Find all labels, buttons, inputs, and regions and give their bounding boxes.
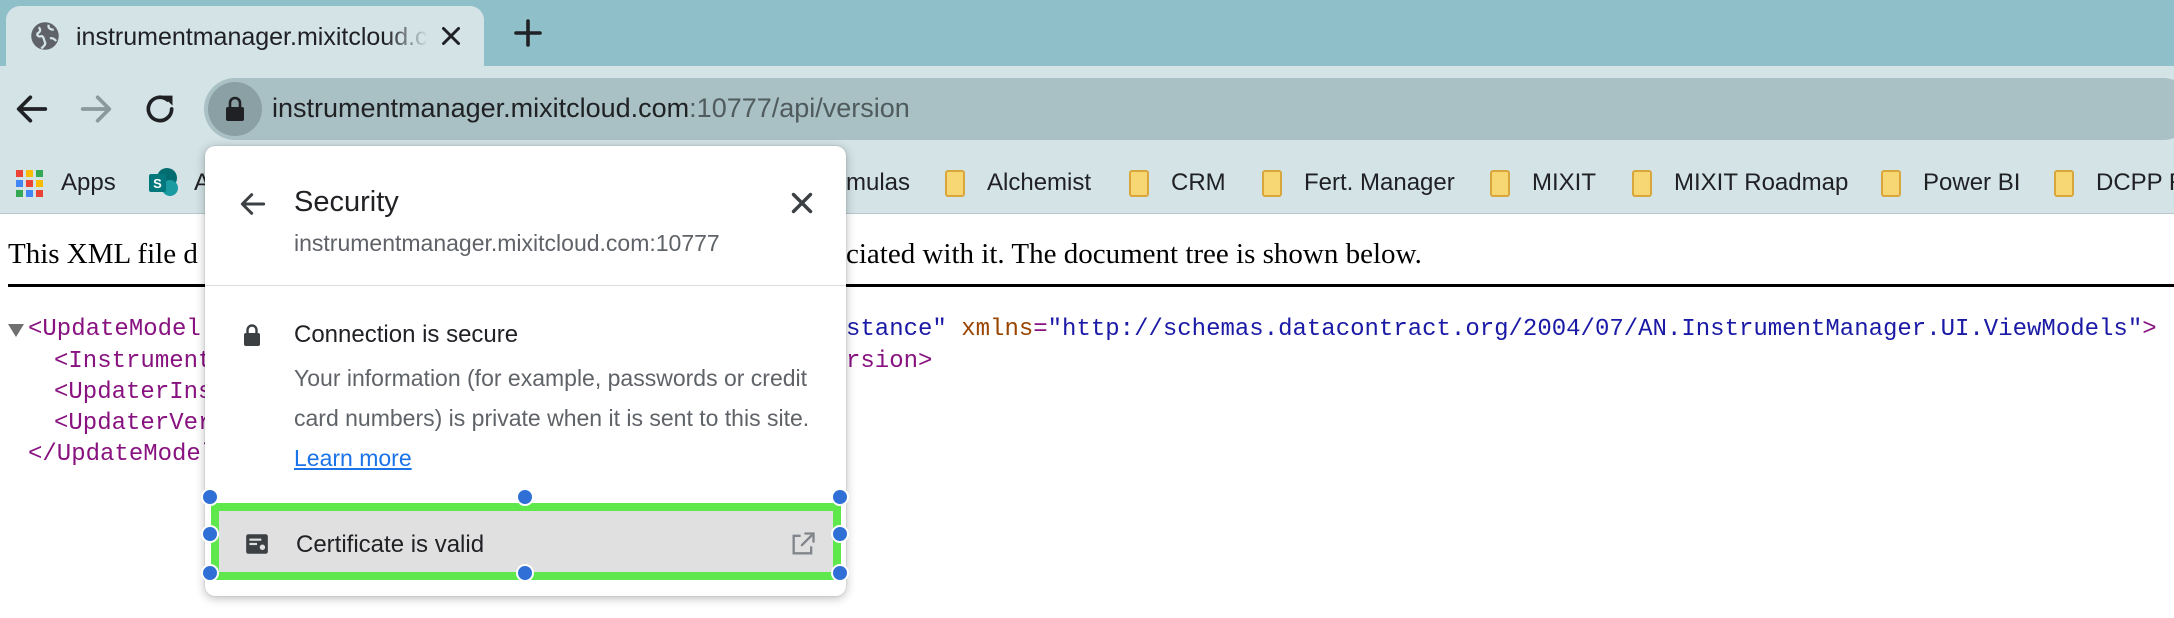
bookmark-formulas[interactable]: mulas: [846, 166, 910, 200]
xml-notice-left: This XML file d: [8, 238, 198, 270]
bookmark-label: CRM: [1171, 169, 1226, 196]
bookmark-alchemist[interactable]: Alchemist: [945, 166, 1091, 200]
xml-attr-value: "http://schemas.datacontract.org/2004/07…: [1047, 316, 2143, 343]
bookmark-label: Alchemist: [987, 169, 1092, 196]
svg-text:S: S: [153, 176, 162, 191]
connection-body: Your information (for example, passwords…: [294, 365, 810, 431]
selection-handle[interactable]: [831, 564, 849, 582]
xml-root-close: </UpdateModel: [28, 441, 216, 468]
back-arrow-icon[interactable]: [12, 89, 52, 129]
folder-icon: [1632, 169, 1652, 197]
xml-root-attrs: stance" xmlns="http://schemas.datacontra…: [846, 316, 2157, 343]
bookmark-crm[interactable]: CRM: [1129, 166, 1226, 200]
bookmark-label: MIXIT Roadmap: [1674, 169, 1849, 196]
xml-notice-right: ciated with it. The document tree is sho…: [846, 238, 1422, 270]
selection-handle[interactable]: [516, 564, 534, 582]
selection-handle[interactable]: [201, 564, 219, 582]
apps-grid-icon: [16, 169, 43, 197]
xml-row: <UpdaterIns: [54, 379, 213, 406]
bookmark-label: Fert. Manager: [1304, 169, 1455, 196]
forward-arrow-icon[interactable]: [76, 89, 116, 129]
xml-row: <UpdaterVer: [54, 410, 213, 437]
bookmark-label: MIXIT: [1532, 169, 1596, 196]
selection-handle[interactable]: [831, 525, 849, 543]
certificate-icon: [246, 534, 268, 554]
collapse-triangle-icon[interactable]: [8, 324, 24, 337]
lock-icon: [226, 96, 244, 121]
learn-more-link[interactable]: Learn more: [294, 445, 412, 471]
xml-attr-name: xmlns: [961, 316, 1034, 343]
lock-icon: [244, 324, 260, 346]
folder-icon: [1262, 169, 1282, 197]
bookmark-mixit[interactable]: MIXIT: [1490, 166, 1596, 200]
folder-icon: [1881, 169, 1901, 197]
xml-row: <Instrument: [54, 348, 213, 375]
browser-toolbar: instrumentmanager.mixitcloud.com:10777/a…: [0, 66, 2174, 152]
folder-icon: [1490, 169, 1510, 197]
address-bar[interactable]: instrumentmanager.mixitcloud.com:10777/a…: [204, 78, 2174, 140]
xml-row-tail: rsion>: [846, 348, 933, 375]
xml-notice: This XML file d: [8, 238, 198, 271]
popup-host: instrumentmanager.mixitcloud.com:10777: [294, 230, 720, 256]
xml-attr-value: stance": [846, 316, 947, 343]
reload-icon[interactable]: [140, 89, 180, 129]
connection-heading: Connection is secure: [294, 321, 519, 348]
back-arrow-icon[interactable]: [237, 188, 269, 220]
folder-icon: [2054, 169, 2074, 197]
bookmark-fert-manager[interactable]: Fert. Manager: [1262, 166, 1455, 200]
tab-strip: instrumentmanager.mixitcloud.com:10777/a…: [0, 0, 2174, 66]
browser-tab[interactable]: instrumentmanager.mixitcloud.com:10777/a…: [6, 6, 484, 66]
new-tab-icon[interactable]: [510, 15, 546, 51]
divider: [205, 285, 846, 286]
close-icon[interactable]: [785, 186, 819, 220]
globe-icon: [31, 22, 59, 50]
site-info-button[interactable]: [208, 82, 262, 136]
certificate-label: Certificate is valid: [296, 531, 485, 558]
tab-title: instrumentmanager.mixitcloud.com:10777/a…: [76, 23, 428, 51]
xml-tag-close: >: [2142, 316, 2157, 343]
selection-handle[interactable]: [201, 488, 219, 506]
selection-handle[interactable]: [201, 525, 219, 543]
xml-root-open: <UpdateModel: [28, 316, 201, 343]
close-tab-icon[interactable]: [436, 21, 466, 51]
bookmark-sharepoint[interactable]: S A: [148, 166, 210, 200]
sharepoint-icon: S: [149, 168, 178, 196]
bookmark-apps[interactable]: Apps: [16, 166, 116, 200]
bookmark-label: DCPP R: [2096, 169, 2174, 196]
folder-icon: [945, 169, 965, 197]
bookmark-power-bi[interactable]: Power BI: [1881, 166, 2020, 200]
selection-handle[interactable]: [831, 488, 849, 506]
bookmark-mixit-roadmap[interactable]: MIXIT Roadmap: [1632, 166, 1848, 200]
bookmark-dcpp[interactable]: DCPP R: [2054, 166, 2174, 200]
url-text[interactable]: instrumentmanager.mixitcloud.com:10777/a…: [272, 93, 910, 124]
bookmark-label: Apps: [61, 169, 116, 196]
url-path: :10777/api/version: [689, 93, 910, 123]
open-external-icon: [792, 532, 815, 555]
connection-description: Your information (for example, passwords…: [294, 358, 814, 478]
url-host: instrumentmanager.mixitcloud.com: [272, 93, 690, 123]
bookmark-label: Power BI: [1923, 169, 2021, 196]
security-popup: Security instrumentmanager.mixitcloud.co…: [205, 146, 846, 596]
folder-icon: [1129, 169, 1149, 197]
bookmark-label: mulas: [846, 169, 911, 196]
popup-title: Security: [294, 186, 399, 218]
selection-handle[interactable]: [516, 488, 534, 506]
